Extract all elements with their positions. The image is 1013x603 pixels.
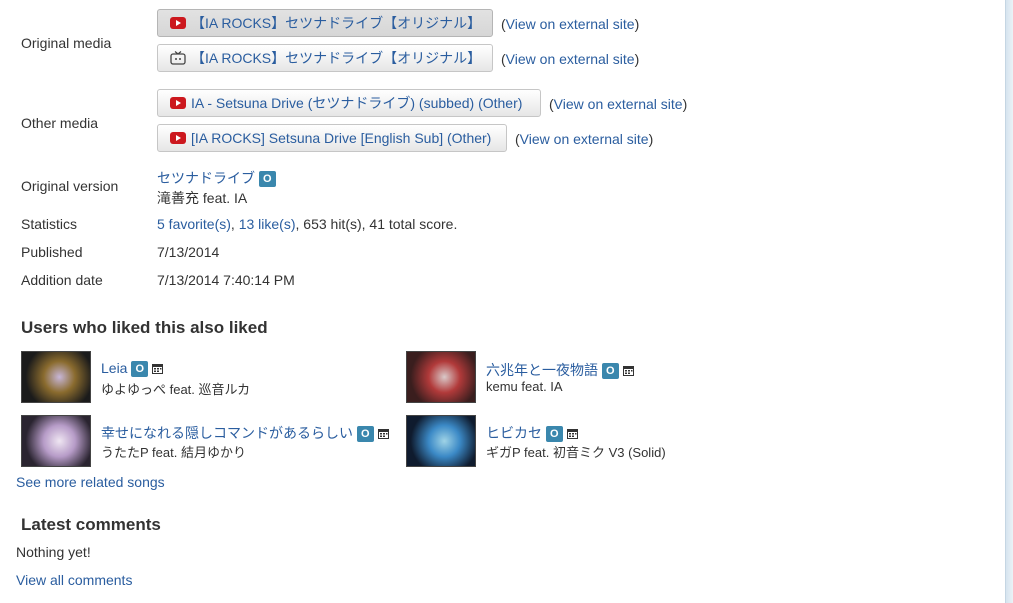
page-scrollbar[interactable] xyxy=(1005,0,1013,603)
song-artist: kemu feat. IA xyxy=(486,379,563,394)
song-link[interactable]: 六兆年と一夜物語 xyxy=(486,362,598,378)
no-comments-text: Nothing yet! xyxy=(16,544,91,560)
song-thumbnail[interactable] xyxy=(21,351,91,403)
original-media-youtube-button[interactable]: 【IA ROCKS】セツナドライブ【オリジナル】 xyxy=(157,9,493,37)
youtube-icon xyxy=(170,17,186,29)
media-title: IA - Setsuna Drive (セツナドライブ) (subbed) (O… xyxy=(191,95,523,111)
song-thumbnail[interactable] xyxy=(21,415,91,467)
addition-date-label: Addition date xyxy=(21,272,103,288)
published-label: Published xyxy=(21,244,83,260)
external-link-row: (View on external site) xyxy=(501,51,640,67)
calendar-icon xyxy=(622,366,634,376)
other-media-youtube-button-1[interactable]: IA - Setsuna Drive (セツナドライブ) (subbed) (O… xyxy=(157,89,541,117)
media-title: 【IA ROCKS】セツナドライブ【オリジナル】 xyxy=(191,50,482,66)
addition-date-value: 7/13/2014 7:40:14 PM xyxy=(157,272,295,288)
related-song-title-row: 六兆年と一夜物語 O xyxy=(486,360,634,380)
latest-comments-heading: Latest comments xyxy=(21,515,161,534)
published-value: 7/13/2014 xyxy=(157,244,220,260)
song-link[interactable]: Leia xyxy=(101,360,127,376)
original-badge: O xyxy=(259,171,276,187)
original-version-link[interactable]: セツナドライブ xyxy=(157,170,255,186)
statistics-label: Statistics xyxy=(21,216,78,232)
original-media-label: Original media xyxy=(21,35,112,51)
external-link-row: (View on external site) xyxy=(549,96,688,112)
niconico-icon xyxy=(170,51,186,65)
likes-link[interactable]: 13 like(s) xyxy=(239,216,296,232)
song-artist: ギガP feat. 初音ミク V3 (Solid) xyxy=(486,445,666,460)
youtube-icon xyxy=(170,132,186,144)
external-link-row: (View on external site) xyxy=(515,131,654,147)
see-more-related-link[interactable]: See more related songs xyxy=(16,474,165,490)
related-heading: Users who liked this also liked xyxy=(21,318,268,337)
calendar-icon xyxy=(377,429,389,439)
calendar-icon xyxy=(566,429,578,439)
song-link[interactable]: 幸せになれる隠しコマンドがあるらしい xyxy=(101,425,353,441)
view-all-comments-link[interactable]: View all comments xyxy=(16,572,132,588)
original-version-title-row: セツナドライブ O xyxy=(157,168,276,188)
original-badge: O xyxy=(131,361,149,377)
favorites-link[interactable]: 5 favorite(s) xyxy=(157,216,231,232)
song-link[interactable]: ヒビカセ xyxy=(486,425,542,441)
other-media-label: Other media xyxy=(21,115,99,131)
song-thumbnail[interactable] xyxy=(406,351,476,403)
calendar-icon xyxy=(152,364,164,374)
original-badge: O xyxy=(602,363,619,379)
external-link-row: (View on external site) xyxy=(501,16,640,32)
related-song-title-row: ヒビカセ O xyxy=(486,423,578,443)
view-external-link[interactable]: View on external site xyxy=(554,96,683,112)
other-media-youtube-button-2[interactable]: [IA ROCKS] Setsuna Drive [English Sub] (… xyxy=(157,124,507,152)
original-badge: O xyxy=(357,426,374,442)
related-song-title-row: 幸せになれる隠しコマンドがあるらしい O xyxy=(101,423,389,443)
original-version-label: Original version xyxy=(21,178,119,194)
original-media-niconico-button[interactable]: 【IA ROCKS】セツナドライブ【オリジナル】 xyxy=(157,44,493,72)
view-external-link[interactable]: View on external site xyxy=(520,131,649,147)
original-version-artist: 滝善充 feat. IA xyxy=(157,190,248,206)
song-artist: ゆよゆっぺ feat. 巡音ルカ xyxy=(101,382,251,397)
view-external-link[interactable]: View on external site xyxy=(506,16,635,32)
related-song-title-row: Leia O xyxy=(101,360,164,377)
statistics-value: 5 favorite(s), 13 like(s), 653 hit(s), 4… xyxy=(157,216,458,232)
original-badge: O xyxy=(546,426,563,442)
media-title: 【IA ROCKS】セツナドライブ【オリジナル】 xyxy=(191,15,482,31)
song-thumbnail[interactable] xyxy=(406,415,476,467)
view-external-link[interactable]: View on external site xyxy=(506,51,635,67)
youtube-icon xyxy=(170,97,186,109)
song-artist: うたたP feat. 結月ゆかり xyxy=(101,445,246,460)
media-title: [IA ROCKS] Setsuna Drive [English Sub] (… xyxy=(191,130,492,146)
